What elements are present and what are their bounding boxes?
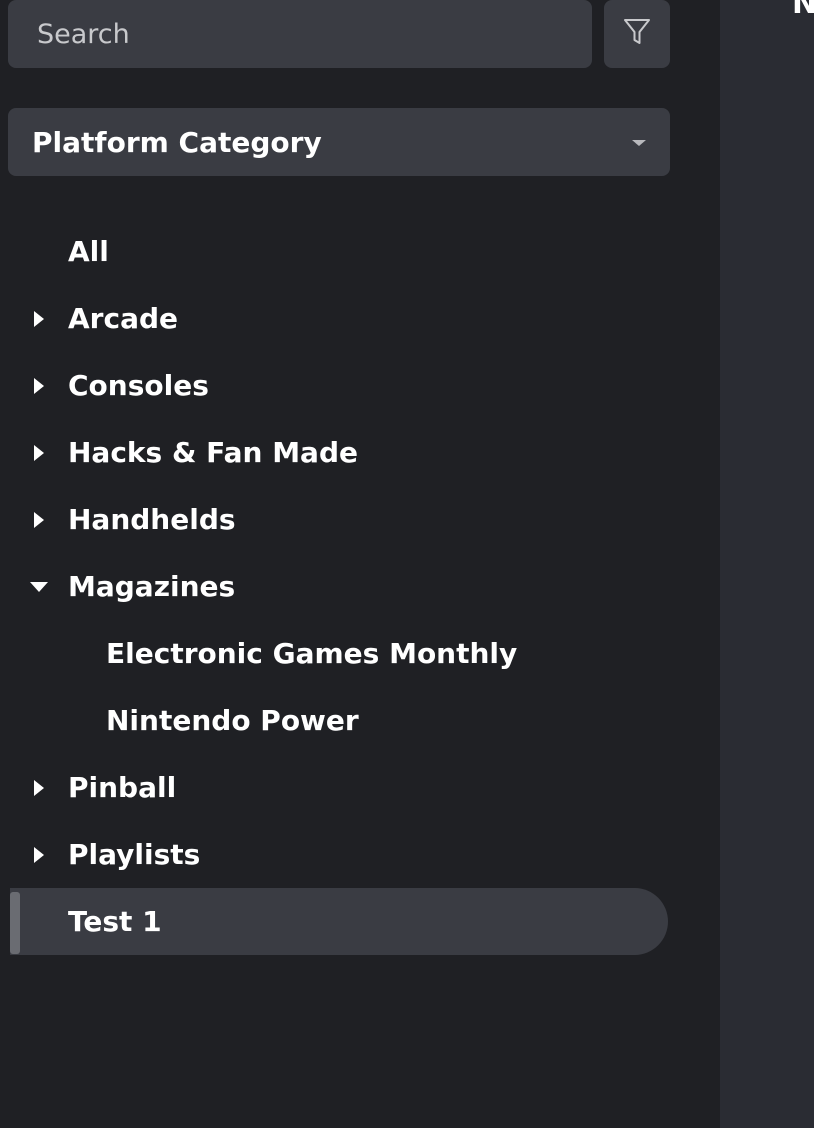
tree-item[interactable]: Hacks & Fan Made [0, 419, 720, 486]
chevron-down-icon [632, 140, 646, 146]
search-input[interactable] [35, 17, 592, 51]
caret-down-icon[interactable] [30, 578, 48, 596]
tree-item[interactable]: Magazines [0, 553, 720, 620]
tree-item-label: Electronic Games Monthly [106, 637, 518, 670]
tree-item-label: Magazines [68, 570, 236, 603]
tree-item[interactable]: Pinball [0, 754, 720, 821]
tree-item[interactable]: Consoles [0, 352, 720, 419]
tree-item-label: Test 1 [68, 905, 162, 938]
clipped-heading: N [792, 0, 814, 21]
tree-child-item[interactable]: Nintendo Power [0, 687, 720, 754]
search-box[interactable] [8, 0, 592, 68]
tree-item-label: Playlists [68, 838, 201, 871]
main-content-pane: N [720, 0, 814, 1128]
search-row [8, 0, 670, 68]
tree-item-label: Consoles [68, 369, 209, 402]
sidebar: Platform Category All Arcade Consoles Hacks… [0, 0, 720, 1128]
tree-item-label: Pinball [68, 771, 177, 804]
caret-right-icon[interactable] [32, 377, 46, 395]
dropdown-selected-label: Platform Category [32, 125, 322, 159]
tree-item-label: Arcade [68, 302, 179, 335]
platform-tree: All Arcade Consoles Hacks & Fan Made Handhel… [0, 218, 720, 955]
platform-category-dropdown[interactable]: Platform Category [8, 108, 670, 176]
filter-button[interactable] [604, 0, 670, 68]
caret-right-icon[interactable] [32, 779, 46, 797]
app-window: Platform Category All Arcade Consoles Hacks… [0, 0, 814, 1128]
tree-child-item[interactable]: Electronic Games Monthly [0, 620, 720, 687]
filter-funnel-icon [623, 17, 651, 51]
caret-right-icon[interactable] [32, 511, 46, 529]
tree-item-label: Nintendo Power [106, 704, 359, 737]
tree-item[interactable]: Arcade [0, 285, 720, 352]
tree-item-label: All [68, 235, 109, 268]
caret-right-icon[interactable] [32, 846, 46, 864]
caret-right-icon[interactable] [32, 444, 46, 462]
tree-item[interactable]: Test 1 [10, 888, 668, 955]
tree-item-label: Hacks & Fan Made [68, 436, 358, 469]
tree-item-label: Handhelds [68, 503, 236, 536]
selection-indicator [10, 892, 20, 954]
caret-right-icon[interactable] [32, 310, 46, 328]
tree-item[interactable]: Handhelds [0, 486, 720, 553]
tree-item[interactable]: Playlists [0, 821, 720, 888]
tree-item[interactable]: All [0, 218, 720, 285]
